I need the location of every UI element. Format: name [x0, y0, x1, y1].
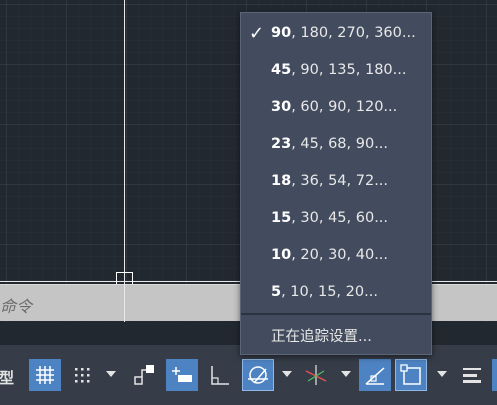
dynamic-input-button[interactable]	[166, 359, 198, 391]
next-button-edge[interactable]	[492, 359, 497, 391]
polar-tracking-icon	[248, 366, 268, 384]
polar-increment-first: 10	[271, 247, 292, 263]
polar-increment-first: 23	[271, 136, 292, 152]
polar-increment-first: 90	[271, 25, 292, 41]
snap-icon	[75, 368, 90, 383]
polar-increment-rest: , 180, 270, 360...	[291, 25, 416, 41]
ortho-icon	[211, 366, 229, 385]
polar-menu-item-90[interactable]: ✓ 90, 180, 270, 360...	[241, 15, 431, 52]
isodraft-dropdown-arrow-icon[interactable]	[341, 371, 351, 377]
polar-increment-rest: , 10, 15, 20...	[281, 284, 378, 300]
isodraft-icon	[305, 365, 327, 385]
polar-menu-item-5[interactable]: 5, 10, 15, 20...	[241, 274, 431, 311]
object-snap-icon	[400, 364, 421, 385]
polar-increment-rest: , 20, 30, 40...	[291, 247, 389, 263]
infer-constraints-button[interactable]	[128, 359, 160, 391]
polar-menu-item-10[interactable]: 10, 20, 30, 40...	[241, 237, 431, 274]
polar-dropdown-arrow-icon[interactable]	[282, 371, 292, 377]
polar-menu-item-23[interactable]: 23, 45, 68, 90...	[241, 126, 431, 163]
polar-angle-menu: ✓ 90, 180, 270, 360... 45, 90, 135, 180.…	[240, 12, 432, 355]
crosshair-vertical-lower	[124, 284, 125, 322]
model-tab-label[interactable]: 模型	[0, 367, 14, 388]
polar-increment-first: 30	[271, 99, 292, 115]
polar-increment-rest: , 45, 68, 90...	[291, 136, 389, 152]
menu-separator	[241, 313, 431, 315]
grid-icon	[36, 366, 54, 384]
infer-constraints-icon	[134, 365, 154, 385]
dynamic-input-icon	[172, 367, 192, 382]
grid-button[interactable]	[29, 359, 61, 391]
snap-button[interactable]	[66, 359, 98, 391]
object-snap-button[interactable]	[395, 359, 427, 391]
lineweight-icon	[463, 368, 481, 383]
polar-menu-item-15[interactable]: 15, 30, 45, 60...	[241, 200, 431, 237]
object-snap-dropdown-arrow-icon[interactable]	[437, 371, 447, 377]
snap-dropdown-arrow-icon[interactable]	[106, 371, 116, 377]
polar-tracking-button[interactable]	[242, 359, 274, 391]
tracking-settings-item[interactable]: 正在追踪设置...	[241, 319, 431, 356]
polar-increment-first: 45	[271, 62, 292, 78]
lineweight-button[interactable]	[456, 359, 488, 391]
polar-menu-item-18[interactable]: 18, 36, 54, 72...	[241, 163, 431, 200]
checkmark-icon: ✓	[249, 23, 265, 44]
polar-increment-first: 5	[271, 284, 282, 300]
isodraft-button[interactable]	[300, 359, 332, 391]
object-snap-tracking-button[interactable]	[359, 359, 391, 391]
polar-increment-rest: , 36, 54, 72...	[291, 173, 389, 189]
polar-increment-rest: , 30, 45, 60...	[291, 210, 389, 226]
polar-menu-item-30[interactable]: 30, 60, 90, 120...	[241, 89, 431, 126]
polar-increment-first: 18	[271, 173, 292, 189]
polar-increment-rest: , 60, 90, 120...	[291, 99, 398, 115]
polar-increment-first: 15	[271, 210, 292, 226]
command-prompt-text: 命令	[0, 297, 33, 316]
polar-menu-item-45[interactable]: 45, 90, 135, 180...	[241, 52, 431, 89]
ortho-button[interactable]	[204, 359, 236, 391]
object-snap-tracking-icon	[365, 367, 385, 385]
tracking-settings-label: 正在追踪设置...	[271, 329, 372, 345]
polar-increment-rest: , 90, 135, 180...	[291, 62, 407, 78]
